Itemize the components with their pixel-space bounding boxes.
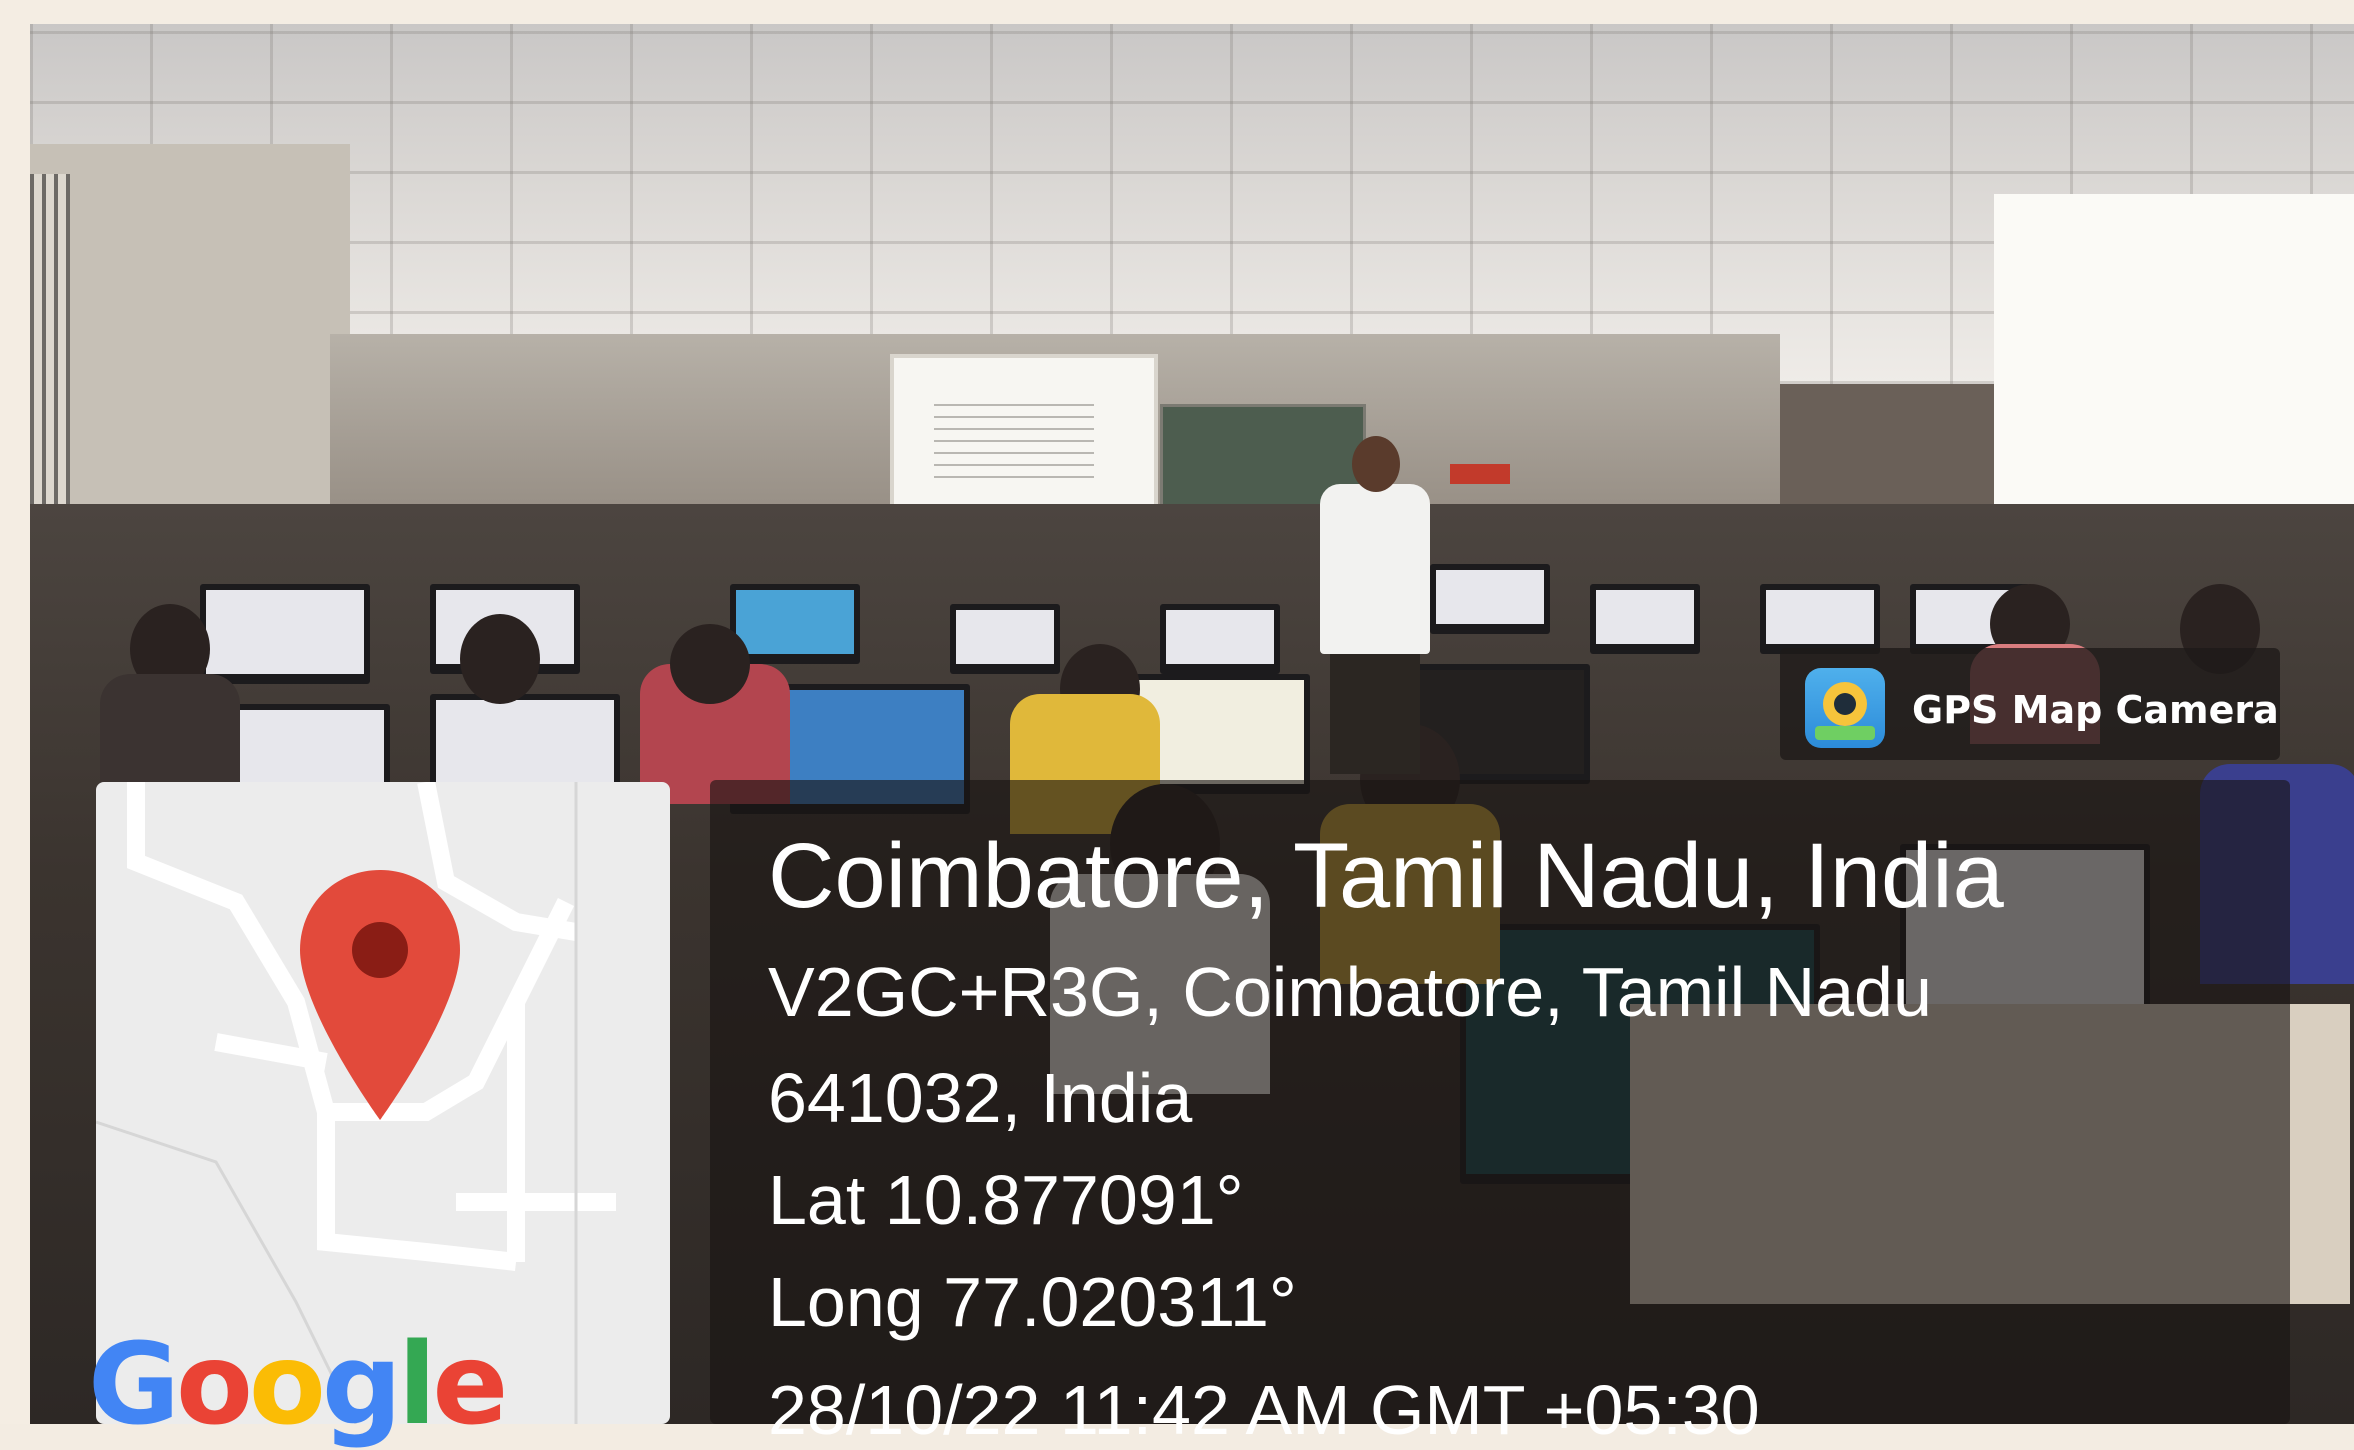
monitor [1760,584,1880,654]
exit-sign [1450,464,1510,484]
photo-border-left [0,0,30,1424]
teacher [1352,436,1400,492]
teacher [1320,484,1430,654]
address-line: V2GC+R3G, Coimbatore, Tamil Nadu [768,953,1932,1031]
google-logo: Google [88,1320,508,1450]
monitor [950,604,1060,674]
monitor [1590,584,1700,654]
monitor [1160,604,1280,674]
student [100,674,240,794]
student [670,624,750,704]
longitude: Long 77.020311° [768,1263,1297,1341]
app-name: GPS Map Camera [1912,688,2279,732]
monitor [730,584,860,664]
latitude: Lat 10.877091° [768,1161,1244,1239]
gps-map-camera-icon [1805,668,1885,748]
address-line: 641032, India [768,1059,1193,1137]
photo-border-top [0,0,2354,24]
student [460,614,540,704]
monitor [1430,564,1550,634]
teacher [1330,644,1420,774]
location-title: Coimbatore, Tamil Nadu, India [768,825,2004,927]
timestamp: 28/10/22 11:42 AM GMT +05:30 [768,1371,1760,1449]
projected-text [934,398,1094,478]
monitor [200,584,370,684]
map-pin-icon [300,870,460,1120]
